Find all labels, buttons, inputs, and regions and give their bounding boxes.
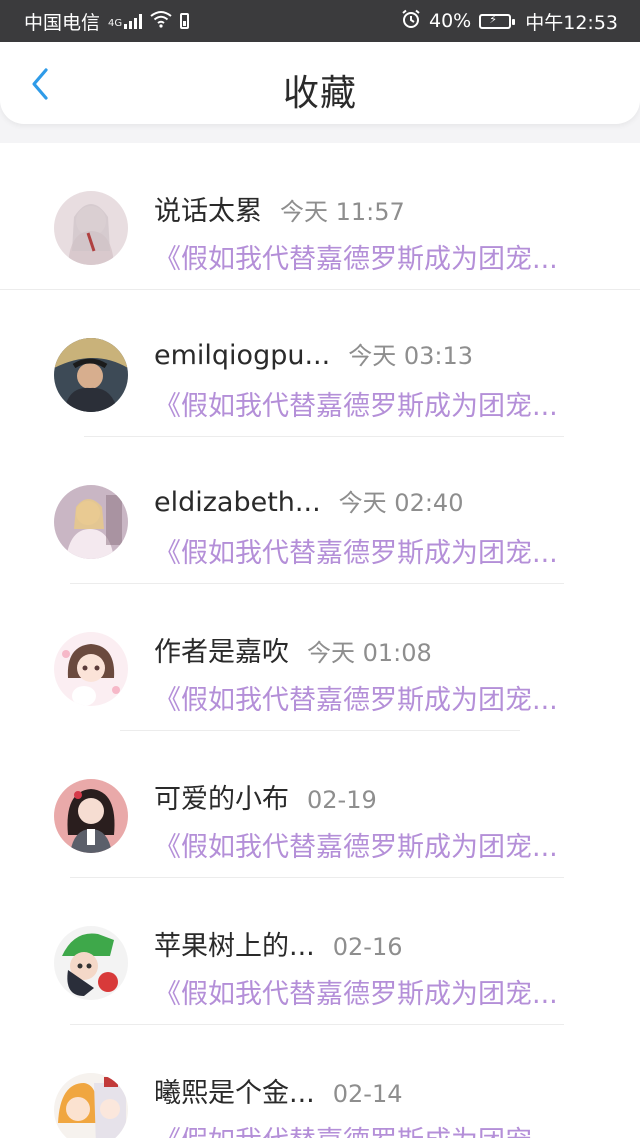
timestamp: 02-19 [307,786,377,814]
network-type-label: 4G [108,17,123,29]
wifi-icon [150,10,172,33]
name-row: eldizabeth... 今天 02:40 [154,483,463,518]
preview-text: 《假如我代替嘉德罗斯成为团宠... [154,1119,584,1138]
name-row: 曦熙是个金... 02-14 [154,1071,403,1110]
alarm-icon [401,9,421,34]
preview-text: 《假如我代替嘉德罗斯成为团宠... [154,979,558,1010]
user-name: 说话太累 [154,196,262,227]
name-row: 说话太累 今天 11:57 [154,189,405,228]
list-item[interactable]: eldizabeth... 今天 02:40 《假如我代替嘉德罗斯成为团宠... [0,437,640,584]
list-item[interactable]: 可爱的小布 02-19 《假如我代替嘉德罗斯成为团宠... [0,731,640,878]
avatar[interactable] [54,779,128,853]
name-row: 作者是嘉吹 今天 01:08 [154,630,432,669]
preview-text: 《假如我代替嘉德罗斯成为团宠... [154,685,558,716]
timestamp: 今天 01:08 [307,639,432,667]
list-item[interactable]: 苹果树上的... 02-16 《假如我代替嘉德罗斯成为团宠... [0,878,640,1025]
clock: 中午12:53 [525,11,618,34]
user-name: eldizabeth... [154,487,321,518]
battery-charging-icon: ⚡ [479,13,516,29]
timestamp: 今天 02:40 [338,489,464,517]
user-name: 苹果树上的... [154,931,315,962]
page-title: 收藏 [282,73,357,114]
list-item[interactable]: emilqiogpu... 今天 03:13 《假如我代替嘉德罗斯成为团宠... [0,290,640,437]
name-row: 苹果树上的... 02-16 [154,924,403,963]
header: 收藏 [0,42,640,124]
timestamp: 02-14 [332,1080,403,1108]
status-right: 40% ⚡ 中午12:53 [401,8,618,35]
user-name: 作者是嘉吹 [154,637,289,668]
list-item[interactable]: 作者是嘉吹 今天 01:08 《假如我代替嘉德罗斯成为团宠... [0,584,640,731]
name-row: emilqiogpu... 今天 03:13 [154,336,473,371]
timestamp: 今天 11:57 [280,198,405,226]
timestamp: 02-16 [332,933,403,961]
status-bar: 中国电信 4G 40% ⚡ 中午12:53 [0,0,640,42]
preview-text: 《假如我代替嘉德罗斯成为团宠... [154,244,558,275]
status-left: 中国电信 4G [24,8,190,35]
preview-text: 《假如我代替嘉德罗斯成为团宠... [154,391,558,422]
user-name: 可爱的小布 [154,784,289,815]
list-item[interactable]: 说话太累 今天 11:57 《假如我代替嘉德罗斯成为团宠... [0,143,640,290]
avatar[interactable] [54,191,128,265]
sim-battery-icon [180,13,190,29]
avatar[interactable] [54,632,128,706]
carrier-label: 中国电信 [24,11,101,34]
battery-percent: 40% [429,10,472,32]
user-name: emilqiogpu... [154,340,331,371]
avatar[interactable] [54,485,128,559]
avatar[interactable] [54,338,128,412]
preview-text: 《假如我代替嘉德罗斯成为团宠... [154,832,558,863]
avatar[interactable] [54,926,128,1000]
name-row: 可爱的小布 02-19 [154,777,377,816]
timestamp: 今天 03:13 [348,342,474,370]
preview-text: 《假如我代替嘉德罗斯成为团宠... [154,538,558,569]
favorites-list: 说话太累 今天 11:57 《假如我代替嘉德罗斯成为团宠... emilqiog… [0,143,640,1138]
list-item[interactable]: 曦熙是个金... 02-14 《假如我代替嘉德罗斯成为团宠... [0,1025,640,1138]
avatar[interactable] [54,1073,128,1138]
signal-icon [124,13,143,29]
user-name: 曦熙是个金... [154,1078,315,1109]
